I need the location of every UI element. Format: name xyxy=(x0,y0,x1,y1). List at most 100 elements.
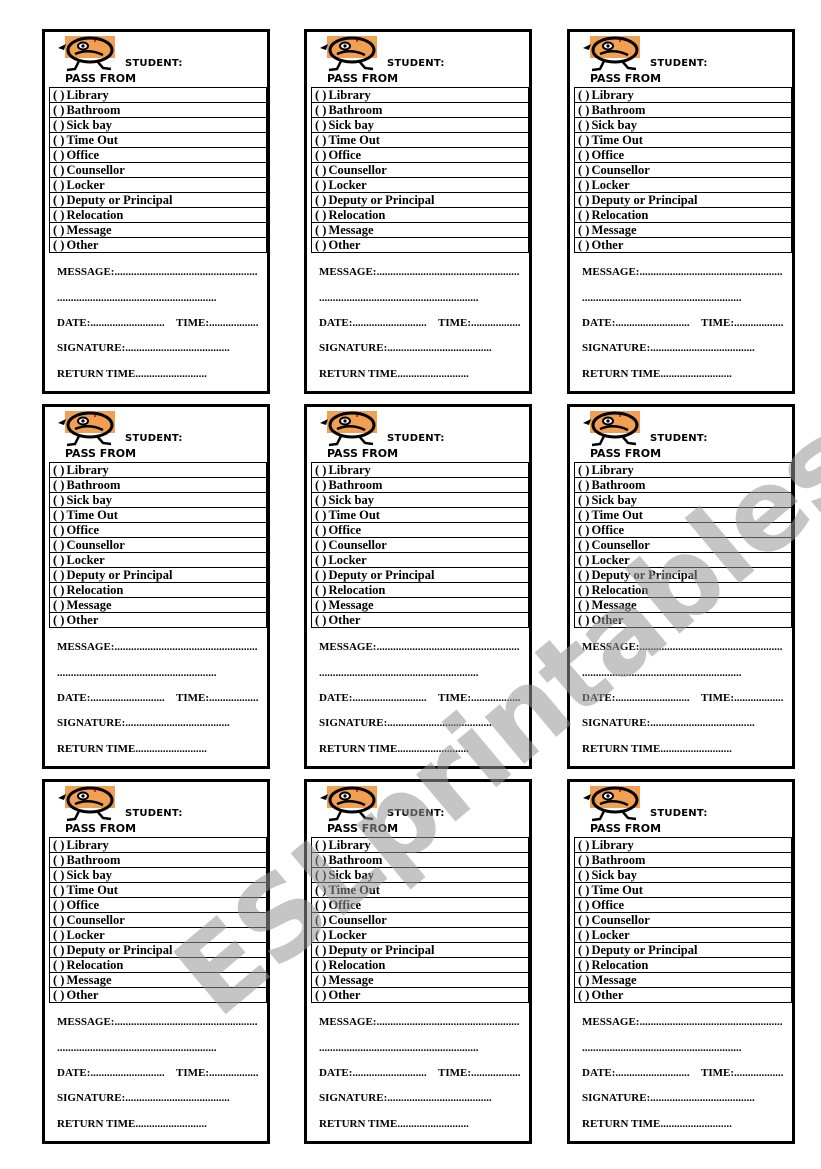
checkbox-icon[interactable]: ( ) xyxy=(578,868,589,882)
checkbox-icon[interactable]: ( ) xyxy=(315,508,326,522)
checkbox-icon[interactable]: ( ) xyxy=(315,898,326,912)
pass-option-message[interactable]: ( ) Message xyxy=(312,598,528,613)
time-field[interactable]: TIME:.................. xyxy=(438,692,521,704)
pass-option-message[interactable]: ( ) Message xyxy=(50,223,266,238)
pass-option-locker[interactable]: ( ) Locker xyxy=(312,928,528,943)
date-field[interactable]: DATE:........................... xyxy=(582,317,690,329)
pass-option-time-out[interactable]: ( ) Time Out xyxy=(50,883,266,898)
checkbox-icon[interactable]: ( ) xyxy=(315,223,326,237)
pass-option-counsellor[interactable]: ( ) Counsellor xyxy=(312,538,528,553)
checkbox-icon[interactable]: ( ) xyxy=(53,523,64,537)
checkbox-icon[interactable]: ( ) xyxy=(53,853,64,867)
checkbox-icon[interactable]: ( ) xyxy=(53,208,64,222)
pass-option-time-out[interactable]: ( ) Time Out xyxy=(575,883,791,898)
pass-option-relocation[interactable]: ( ) Relocation xyxy=(312,583,528,598)
pass-option-office[interactable]: ( ) Office xyxy=(50,148,266,163)
pass-option-sick-bay[interactable]: ( ) Sick bay xyxy=(575,493,791,508)
pass-option-relocation[interactable]: ( ) Relocation xyxy=(575,583,791,598)
checkbox-icon[interactable]: ( ) xyxy=(315,913,326,927)
pass-option-locker[interactable]: ( ) Locker xyxy=(312,553,528,568)
signature-field[interactable]: SIGNATURE:..............................… xyxy=(582,342,755,354)
pass-option-time-out[interactable]: ( ) Time Out xyxy=(575,133,791,148)
pass-option-locker[interactable]: ( ) Locker xyxy=(575,928,791,943)
pass-option-counsellor[interactable]: ( ) Counsellor xyxy=(312,163,528,178)
message-field[interactable]: MESSAGE:................................… xyxy=(319,266,519,278)
date-field[interactable]: DATE:........................... xyxy=(582,692,690,704)
pass-option-counsellor[interactable]: ( ) Counsellor xyxy=(50,163,266,178)
checkbox-icon[interactable]: ( ) xyxy=(315,178,326,192)
pass-option-message[interactable]: ( ) Message xyxy=(575,973,791,988)
pass-option-bathroom[interactable]: ( ) Bathroom xyxy=(575,103,791,118)
checkbox-icon[interactable]: ( ) xyxy=(53,463,64,477)
pass-option-counsellor[interactable]: ( ) Counsellor xyxy=(575,538,791,553)
checkbox-icon[interactable]: ( ) xyxy=(53,898,64,912)
return-time-field[interactable]: RETURN TIME.......................... xyxy=(319,1118,469,1130)
checkbox-icon[interactable]: ( ) xyxy=(315,853,326,867)
checkbox-icon[interactable]: ( ) xyxy=(315,973,326,987)
checkbox-icon[interactable]: ( ) xyxy=(53,238,64,252)
message-field[interactable]: MESSAGE:................................… xyxy=(582,1016,782,1028)
pass-option-deputy-or-principal[interactable]: ( ) Deputy or Principal xyxy=(50,568,266,583)
pass-option-locker[interactable]: ( ) Locker xyxy=(50,928,266,943)
pass-option-counsellor[interactable]: ( ) Counsellor xyxy=(50,913,266,928)
pass-option-message[interactable]: ( ) Message xyxy=(312,973,528,988)
checkbox-icon[interactable]: ( ) xyxy=(53,928,64,942)
checkbox-icon[interactable]: ( ) xyxy=(315,463,326,477)
pass-option-time-out[interactable]: ( ) Time Out xyxy=(575,508,791,523)
checkbox-icon[interactable]: ( ) xyxy=(578,958,589,972)
checkbox-icon[interactable]: ( ) xyxy=(53,538,64,552)
checkbox-icon[interactable]: ( ) xyxy=(578,523,589,537)
checkbox-icon[interactable]: ( ) xyxy=(53,508,64,522)
message-field[interactable]: MESSAGE:................................… xyxy=(57,266,257,278)
pass-option-sick-bay[interactable]: ( ) Sick bay xyxy=(50,868,266,883)
pass-option-time-out[interactable]: ( ) Time Out xyxy=(50,133,266,148)
return-time-field[interactable]: RETURN TIME.......................... xyxy=(582,368,732,380)
return-time-field[interactable]: RETURN TIME.......................... xyxy=(582,743,732,755)
pass-option-other[interactable]: ( ) Other xyxy=(312,988,528,1002)
pass-option-time-out[interactable]: ( ) Time Out xyxy=(312,508,528,523)
pass-option-sick-bay[interactable]: ( ) Sick bay xyxy=(312,118,528,133)
time-field[interactable]: TIME:.................. xyxy=(438,317,521,329)
pass-option-library[interactable]: ( ) Library xyxy=(575,88,791,103)
date-field[interactable]: DATE:........................... xyxy=(582,1067,690,1079)
checkbox-icon[interactable]: ( ) xyxy=(315,88,326,102)
pass-option-message[interactable]: ( ) Message xyxy=(312,223,528,238)
checkbox-icon[interactable]: ( ) xyxy=(578,478,589,492)
pass-option-time-out[interactable]: ( ) Time Out xyxy=(50,508,266,523)
checkbox-icon[interactable]: ( ) xyxy=(315,148,326,162)
pass-option-relocation[interactable]: ( ) Relocation xyxy=(312,208,528,223)
pass-option-message[interactable]: ( ) Message xyxy=(50,973,266,988)
message-field-line-2[interactable]: ........................................… xyxy=(319,667,479,679)
date-field[interactable]: DATE:........................... xyxy=(57,317,165,329)
checkbox-icon[interactable]: ( ) xyxy=(578,838,589,852)
pass-option-office[interactable]: ( ) Office xyxy=(575,898,791,913)
pass-option-other[interactable]: ( ) Other xyxy=(575,988,791,1002)
pass-option-office[interactable]: ( ) Office xyxy=(575,523,791,538)
checkbox-icon[interactable]: ( ) xyxy=(53,193,64,207)
checkbox-icon[interactable]: ( ) xyxy=(578,943,589,957)
pass-option-bathroom[interactable]: ( ) Bathroom xyxy=(50,478,266,493)
pass-option-sick-bay[interactable]: ( ) Sick bay xyxy=(575,118,791,133)
message-field[interactable]: MESSAGE:................................… xyxy=(582,641,782,653)
checkbox-icon[interactable]: ( ) xyxy=(578,118,589,132)
checkbox-icon[interactable]: ( ) xyxy=(53,88,64,102)
date-field[interactable]: DATE:........................... xyxy=(57,692,165,704)
signature-field[interactable]: SIGNATURE:..............................… xyxy=(319,1092,492,1104)
checkbox-icon[interactable]: ( ) xyxy=(53,493,64,507)
checkbox-icon[interactable]: ( ) xyxy=(315,568,326,582)
time-field[interactable]: TIME:.................. xyxy=(701,1067,784,1079)
return-time-field[interactable]: RETURN TIME.......................... xyxy=(57,1118,207,1130)
checkbox-icon[interactable]: ( ) xyxy=(53,103,64,117)
pass-option-library[interactable]: ( ) Library xyxy=(312,838,528,853)
checkbox-icon[interactable]: ( ) xyxy=(315,103,326,117)
return-time-field[interactable]: RETURN TIME.......................... xyxy=(319,368,469,380)
checkbox-icon[interactable]: ( ) xyxy=(578,928,589,942)
checkbox-icon[interactable]: ( ) xyxy=(578,598,589,612)
checkbox-icon[interactable]: ( ) xyxy=(578,88,589,102)
pass-option-bathroom[interactable]: ( ) Bathroom xyxy=(312,103,528,118)
pass-option-office[interactable]: ( ) Office xyxy=(575,148,791,163)
pass-option-other[interactable]: ( ) Other xyxy=(575,238,791,252)
checkbox-icon[interactable]: ( ) xyxy=(315,238,326,252)
pass-option-other[interactable]: ( ) Other xyxy=(575,613,791,627)
signature-field[interactable]: SIGNATURE:..............................… xyxy=(319,342,492,354)
